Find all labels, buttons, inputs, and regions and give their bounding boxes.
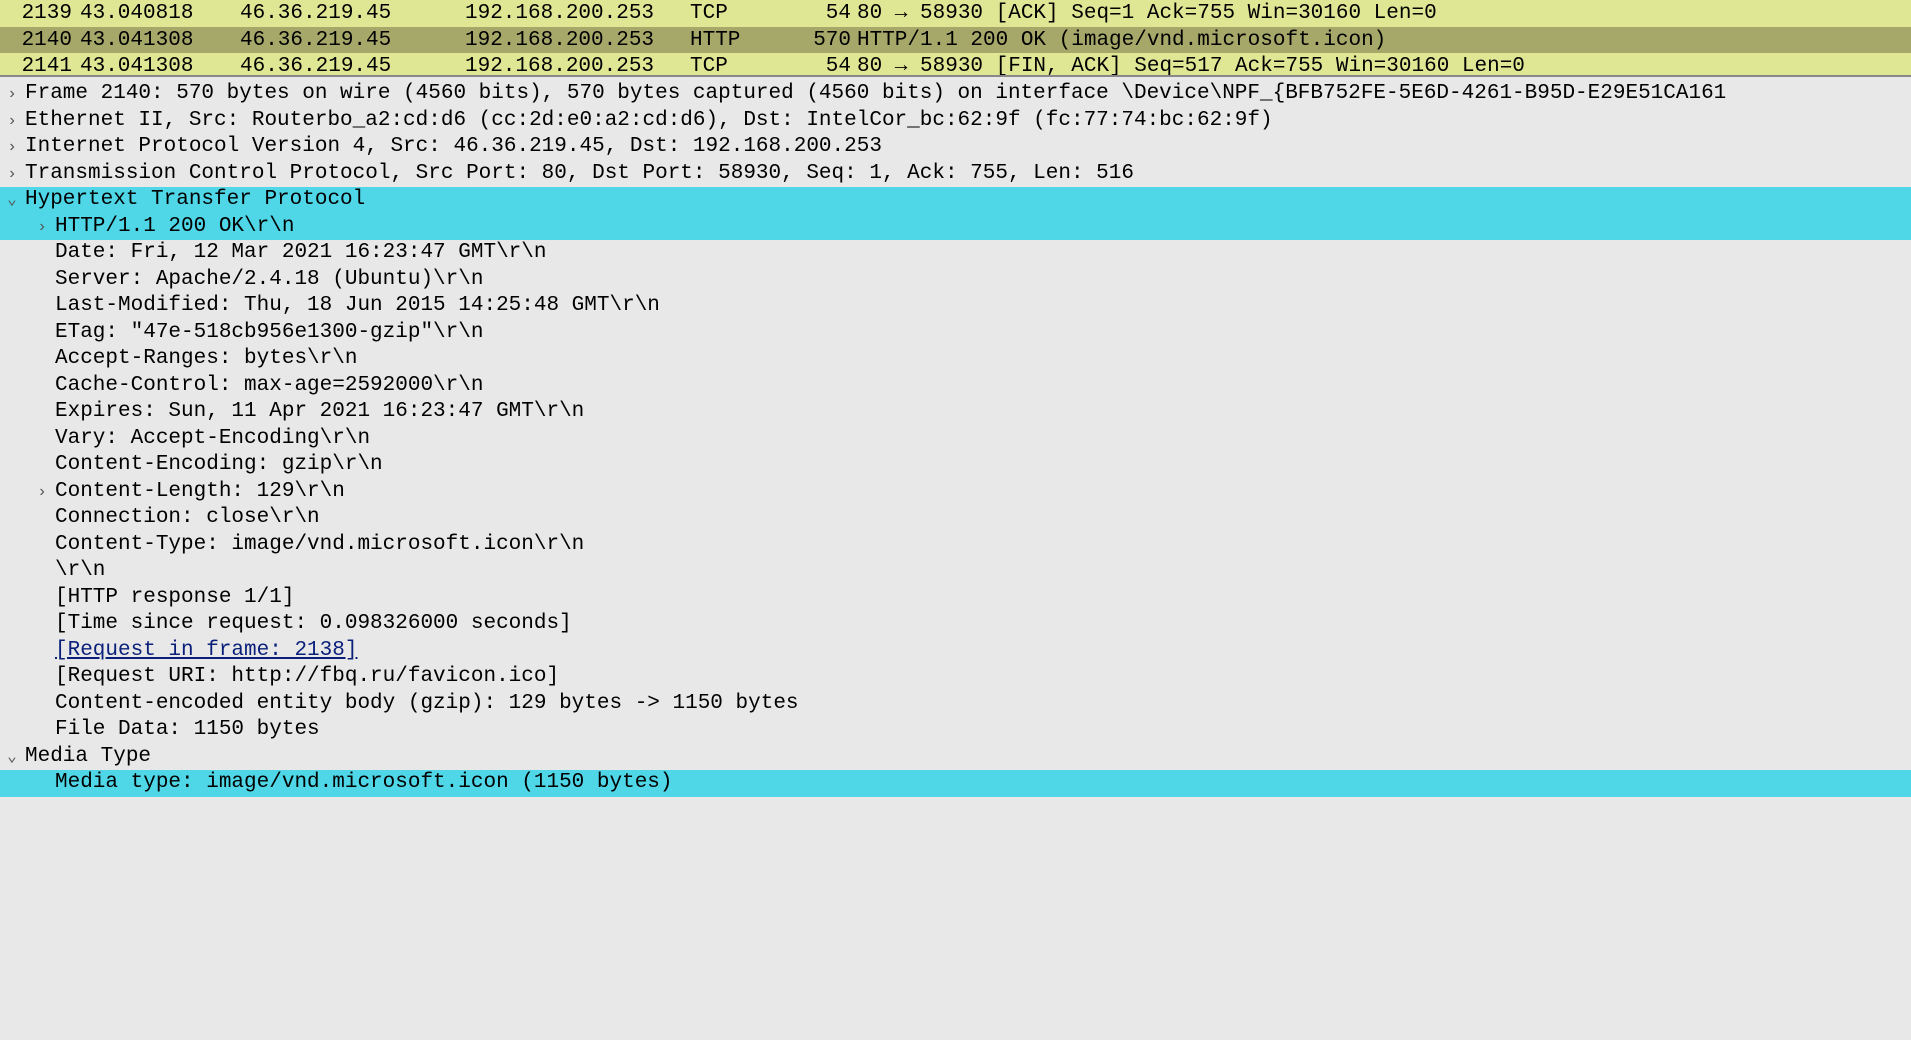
packet-details-pane: › Frame 2140: 570 bytes on wire (4560 bi…: [0, 77, 1911, 797]
chevron-down-icon[interactable]: ⌄: [3, 187, 21, 214]
frame-text: Frame 2140: 570 bytes on wire (4560 bits…: [25, 81, 1726, 108]
media-type-header[interactable]: ⌄ Media Type: [0, 744, 1911, 771]
ethernet-summary[interactable]: › Ethernet II, Src: Routerbo_a2:cd:d6 (c…: [0, 108, 1911, 135]
content-length-text: Content-Length: 129\r\n: [55, 479, 345, 506]
col-time: 43.040818: [80, 0, 240, 27]
http-header-line[interactable]: [HTTP response 1/1]: [0, 585, 1911, 612]
col-time: 43.041308: [80, 27, 240, 54]
http-header-line[interactable]: \r\n: [0, 558, 1911, 585]
col-no: 2139: [17, 0, 80, 27]
http-header-line[interactable]: ETag: "47e-518cb956e1300-gzip"\r\n: [0, 320, 1911, 347]
packet-row[interactable]: 213943.04081846.36.219.45192.168.200.253…: [0, 0, 1911, 27]
http-header-line[interactable]: Connection: close\r\n: [0, 505, 1911, 532]
http-header-line[interactable]: File Data: 1150 bytes: [0, 717, 1911, 744]
http-header-line[interactable]: [Time since request: 0.098326000 seconds…: [0, 611, 1911, 638]
chevron-down-icon[interactable]: ⌄: [3, 744, 21, 771]
http-label: Hypertext Transfer Protocol: [25, 187, 365, 214]
request-in-frame-link[interactable]: [Request in frame: 2138]: [0, 638, 1911, 665]
http-header-line[interactable]: Vary: Accept-Encoding\r\n: [0, 426, 1911, 453]
col-source: 46.36.219.45: [240, 27, 465, 54]
col-destination: 192.168.200.253: [465, 53, 690, 75]
http-header-line[interactable]: [Request URI: http://fbq.ru/favicon.ico]: [0, 664, 1911, 691]
col-time: 43.041308: [80, 53, 240, 75]
media-type-value: Media type: image/vnd.microsoft.icon (11…: [55, 770, 673, 797]
chevron-right-icon[interactable]: ›: [33, 479, 51, 506]
col-destination: 192.168.200.253: [465, 27, 690, 54]
http-header-line[interactable]: Content-Type: image/vnd.microsoft.icon\r…: [0, 532, 1911, 559]
http-status-text: HTTP/1.1 200 OK\r\n: [55, 214, 294, 241]
col-info: 80 → 58930 [ACK] Seq=1 Ack=755 Win=30160…: [857, 0, 1911, 27]
request-frame-text[interactable]: [Request in frame: 2138]: [55, 638, 357, 665]
packet-row[interactable]: 214043.04130846.36.219.45192.168.200.253…: [0, 27, 1911, 54]
http-header-line[interactable]: Server: Apache/2.4.18 (Ubuntu)\r\n: [0, 267, 1911, 294]
http-header-line[interactable]: Cache-Control: max-age=2592000\r\n: [0, 373, 1911, 400]
http-header-line[interactable]: Expires: Sun, 11 Apr 2021 16:23:47 GMT\r…: [0, 399, 1911, 426]
content-length-header[interactable]: › Content-Length: 129\r\n: [0, 479, 1911, 506]
http-header-line[interactable]: Last-Modified: Thu, 18 Jun 2015 14:25:48…: [0, 293, 1911, 320]
tcp-text: Transmission Control Protocol, Src Port:…: [25, 161, 1134, 188]
col-source: 46.36.219.45: [240, 0, 465, 27]
col-info: 80 → 58930 [FIN, ACK] Seq=517 Ack=755 Wi…: [857, 53, 1911, 75]
col-length: 570: [805, 27, 857, 54]
col-length: 54: [805, 53, 857, 75]
ip-summary[interactable]: › Internet Protocol Version 4, Src: 46.3…: [0, 134, 1911, 161]
http-header-line[interactable]: Accept-Ranges: bytes\r\n: [0, 346, 1911, 373]
http-header-line[interactable]: Content-encoded entity body (gzip): 129 …: [0, 691, 1911, 718]
col-source: 46.36.219.45: [240, 53, 465, 75]
col-no: 2140: [17, 27, 80, 54]
chevron-right-icon[interactable]: ›: [3, 161, 21, 188]
http-header-line[interactable]: Content-Encoding: gzip\r\n: [0, 452, 1911, 479]
col-protocol: HTTP: [690, 27, 805, 54]
chevron-right-icon[interactable]: ›: [3, 108, 21, 135]
col-protocol: TCP: [690, 53, 805, 75]
chevron-right-icon[interactable]: ›: [3, 81, 21, 108]
frame-summary[interactable]: › Frame 2140: 570 bytes on wire (4560 bi…: [0, 81, 1911, 108]
ip-text: Internet Protocol Version 4, Src: 46.36.…: [25, 134, 882, 161]
http-protocol-header[interactable]: ⌄ Hypertext Transfer Protocol: [0, 187, 1911, 214]
media-type-value-row[interactable]: Media type: image/vnd.microsoft.icon (11…: [0, 770, 1911, 797]
http-header-line[interactable]: Date: Fri, 12 Mar 2021 16:23:47 GMT\r\n: [0, 240, 1911, 267]
packet-row[interactable]: 214143.04130846.36.219.45192.168.200.253…: [0, 53, 1911, 75]
chevron-right-icon[interactable]: ›: [3, 134, 21, 161]
chevron-right-icon[interactable]: ›: [33, 214, 51, 241]
packet-list: 213943.04081846.36.219.45192.168.200.253…: [0, 0, 1911, 77]
http-status-line[interactable]: › HTTP/1.1 200 OK\r\n: [0, 214, 1911, 241]
col-destination: 192.168.200.253: [465, 0, 690, 27]
col-protocol: TCP: [690, 0, 805, 27]
col-no: 2141: [17, 53, 80, 75]
eth-text: Ethernet II, Src: Routerbo_a2:cd:d6 (cc:…: [25, 108, 1273, 135]
col-length: 54: [805, 0, 857, 27]
media-type-label: Media Type: [25, 744, 151, 771]
tcp-summary[interactable]: › Transmission Control Protocol, Src Por…: [0, 161, 1911, 188]
col-info: HTTP/1.1 200 OK (image/vnd.microsoft.ico…: [857, 27, 1911, 54]
